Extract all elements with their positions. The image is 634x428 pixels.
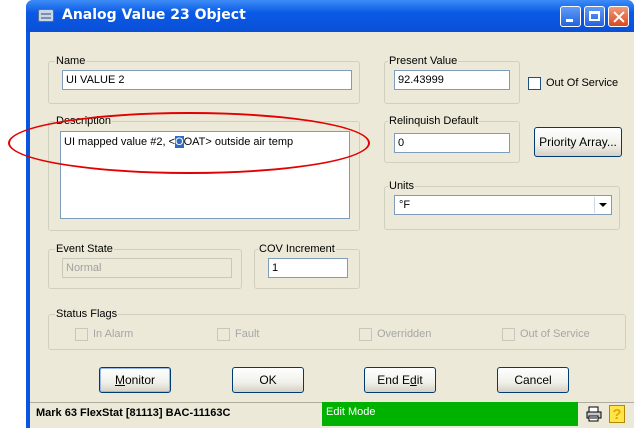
end-edit-label-b: it [416,373,423,387]
present-value-label: Present Value [388,55,459,68]
help-icon[interactable]: ? [609,405,625,423]
units-selected: °F [399,199,411,211]
printer-icon[interactable] [585,405,603,423]
overridden-label: Overridden [377,328,432,340]
out-of-service-flag-label: Out of Service [520,328,590,340]
window-title: Analog Value 23 Object [62,7,246,23]
event-state-field: Normal [62,258,232,278]
end-edit-button[interactable]: End Ed it [364,367,436,393]
units-dropdown[interactable]: °F [394,195,612,215]
cov-increment-label: COV Increment [258,243,336,256]
cov-increment-field[interactable]: 1 [268,258,348,278]
present-value-field[interactable]: 92.43999 [394,70,510,90]
fault-checkbox [217,328,230,341]
monitor-mnemonic: M [114,373,125,387]
end-edit-mnemonic: d [410,373,417,387]
maximize-button[interactable] [584,6,605,27]
event-state-label: Event State [55,243,114,256]
fault-label: Fault [235,328,260,340]
close-button[interactable] [608,6,629,27]
relinquish-default-label: Relinquish Default [388,115,480,128]
annotation-ellipse [8,112,370,174]
monitor-button[interactable]: Monitor [99,367,171,393]
ok-button[interactable]: OK [232,367,304,393]
device-status: Mark 63 FlexStat [81113] BAC-11163C [30,402,322,426]
name-label: Name [55,55,87,68]
end-edit-label-a: End E [377,373,410,387]
priority-array-button[interactable]: Priority Array... [534,127,622,157]
out-of-service-label: Out Of Service [546,77,619,89]
relinquish-default-field[interactable]: 0 [394,133,510,153]
name-field[interactable]: UI VALUE 2 [62,70,352,90]
out-of-service-flag-checkbox [502,328,515,341]
cancel-button[interactable]: Cancel [497,367,569,393]
status-flags-label: Status Flags [55,308,119,321]
overridden-checkbox [359,328,372,341]
monitor-label: onitor [124,373,156,387]
out-of-service-checkbox[interactable] [528,77,541,90]
app-icon[interactable] [38,9,54,22]
in-alarm-checkbox [75,328,88,341]
units-label: Units [388,180,416,193]
edit-mode-indicator: Edit Mode [322,402,578,426]
minimize-button[interactable] [560,6,581,27]
in-alarm-label: In Alarm [93,328,134,340]
chevron-down-icon[interactable] [594,197,611,213]
